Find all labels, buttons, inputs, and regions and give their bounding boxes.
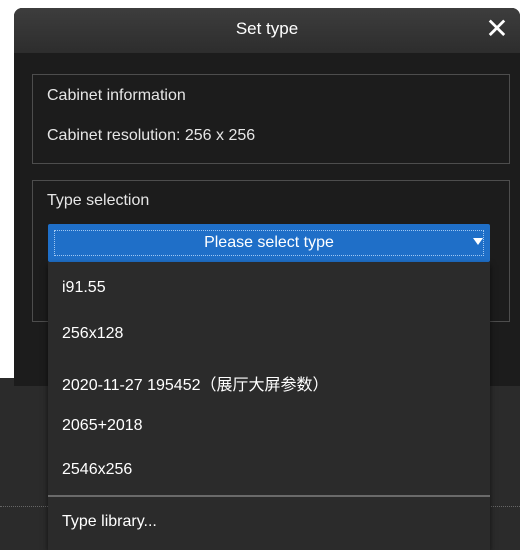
cabinet-info-heading: Cabinet information <box>47 87 186 104</box>
menu-item-type-library[interactable]: Type library... <box>48 498 490 550</box>
menu-item-option[interactable]: i91.55 <box>48 266 490 312</box>
type-selection-heading: Type selection <box>47 192 150 209</box>
title-bar[interactable]: Set type ✕ <box>14 8 520 53</box>
menu-item-label: 2065+2018 <box>62 417 143 434</box>
menu-item-label: Type library... <box>62 513 157 530</box>
close-button[interactable]: ✕ <box>482 14 512 44</box>
cabinet-resolution-text: Cabinet resolution: 256 x 256 <box>47 127 256 144</box>
close-icon: ✕ <box>485 13 509 44</box>
type-dropdown-menu: i91.55 256x128 2020-11-27 195452（展厅大屏参数）… <box>48 262 490 550</box>
menu-item-label: 2546x256 <box>62 461 133 478</box>
type-select-dropdown[interactable]: Please select type <box>48 224 490 262</box>
menu-item-label: 2020-11-27 195452（展厅大屏参数） <box>62 377 329 394</box>
menu-separator <box>48 495 490 497</box>
menu-item-option[interactable]: 2546x256 <box>48 448 490 494</box>
dialog-title: Set type <box>235 19 299 38</box>
dropdown-arrow-icon <box>473 238 483 245</box>
type-select-value: Please select type <box>204 234 334 251</box>
menu-item-option[interactable]: 256x128 <box>48 312 490 358</box>
menu-item-label: i91.55 <box>62 279 106 296</box>
menu-item-option[interactable]: 2020-11-27 195452（展厅大屏参数） <box>48 358 490 404</box>
menu-item-label: 256x128 <box>62 325 124 342</box>
cabinet-info-panel: Cabinet information Cabinet resolution: … <box>32 74 510 164</box>
menu-item-option[interactable]: 2065+2018 <box>48 404 490 450</box>
